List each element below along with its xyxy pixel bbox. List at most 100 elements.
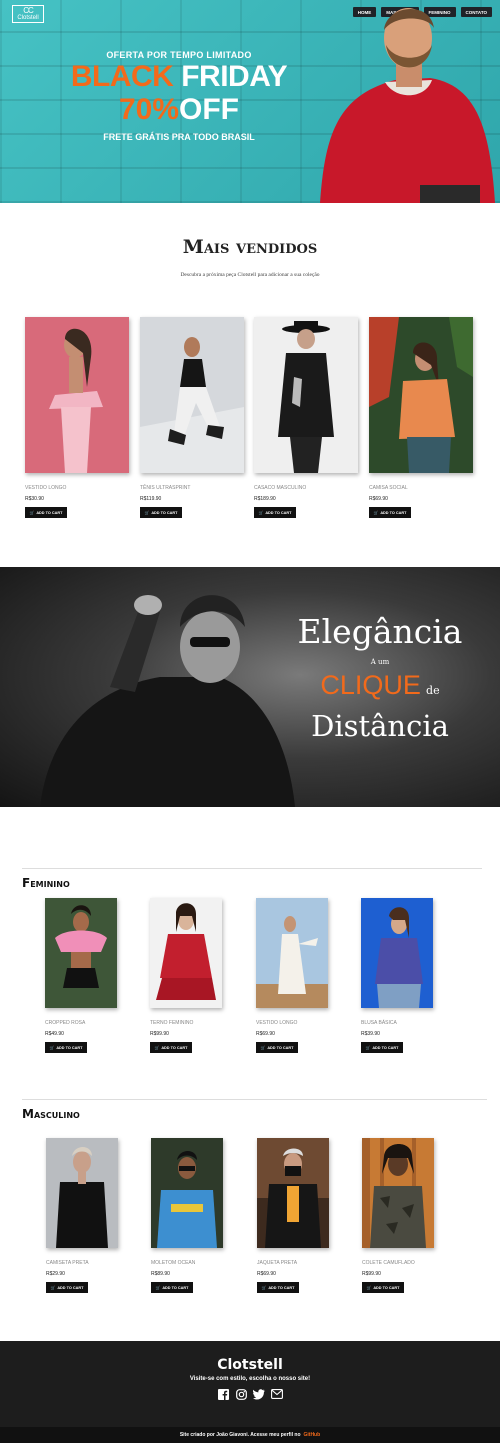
brand-logo[interactable]: CC Clotstell [12,5,44,23]
product-card[interactable]: JAQUETA PRETA R$69.90 🛒 ADD TO CART [257,1138,329,1293]
add-to-cart-label: ADD TO CART [380,510,407,515]
product-price: R$99.90 [362,1271,381,1277]
credit-bar: Site criado por João Giavoni. Acesse meu… [0,1427,500,1443]
product-image[interactable] [25,317,129,473]
cart-icon: 🛒 [258,511,264,515]
mail-icon[interactable] [271,1388,283,1400]
add-to-cart-label: ADD TO CART [268,1285,295,1290]
product-name: COLETE CAMUFLADO [362,1260,415,1266]
best-sellers-desc: Descubra a próxima peça Clotstell para a… [180,272,320,278]
add-to-cart-button[interactable]: 🛒 ADD TO CART [151,1282,193,1293]
add-to-cart-button[interactable]: 🛒 ADD TO CART [254,507,296,518]
add-to-cart-button[interactable]: 🛒 ADD TO CART [257,1282,299,1293]
product-name: CAMISETA PRETA [46,1260,89,1266]
add-to-cart-button[interactable]: 🛒 ADD TO CART [46,1282,88,1293]
product-name: JAQUETA PRETA [257,1260,298,1266]
product-price: R$30.90 [25,496,44,502]
add-to-cart-label: ADD TO CART [161,1045,188,1050]
product-image[interactable] [46,1138,118,1248]
add-to-cart-button[interactable]: 🛒 ADD TO CART [45,1042,87,1053]
elegance-banner: Elegância A um CLIQUE de Distância [0,567,500,807]
product-image[interactable] [140,317,244,473]
cart-icon: 🛒 [260,1046,266,1050]
product-price: R$29.90 [46,1271,65,1277]
product-image[interactable] [369,317,473,473]
banner-model-image [40,595,295,807]
add-to-cart-button[interactable]: 🛒 ADD TO CART [140,507,182,518]
product-image[interactable] [254,317,358,473]
add-to-cart-label: ADD TO CART [36,510,63,515]
product-card[interactable]: TERNO FEMININO R$99.90 🛒 ADD TO CART [150,898,222,1053]
cart-icon: 🛒 [365,1046,371,1050]
hero-banner: CC Clotstell HOME MASCULINO FEMININO CON… [0,0,500,203]
product-card[interactable]: TÊNIS ULTRASPRINT R$119.90 🛒 ADD TO CART [140,317,244,518]
footer-subtitle: Visite-se com estilo, escolha o nosso si… [189,1376,311,1382]
best-sellers-title: Mais vendidos [182,236,318,258]
product-image[interactable] [45,898,117,1008]
cart-icon: 🛒 [49,1046,55,1050]
hero-subtitle: OFERTA POR TEMPO LIMITADO [106,50,252,60]
product-price: R$39.90 [361,1031,380,1037]
social-links [0,1388,500,1400]
add-to-cart-label: ADD TO CART [372,1045,399,1050]
facebook-icon[interactable] [217,1388,229,1400]
product-image[interactable] [257,1138,329,1248]
cart-icon: 🛒 [366,1286,372,1290]
divider [22,868,482,869]
hero-black: BLACK [70,60,174,93]
product-name: VESTIDO LONGO [256,1020,298,1026]
hero-discount: 70%OFF [64,94,294,126]
product-card[interactable]: CROPPED ROSA R$49.90 🛒 ADD TO CART [45,898,117,1053]
add-to-cart-label: ADD TO CART [56,1045,83,1050]
banner-line1: Elegância [297,612,463,651]
product-card[interactable]: VESTIDO LONGO R$30.90 🛒 ADD TO CART [25,317,129,518]
hero-model-image [320,8,495,203]
logo-text: Clotstell [17,14,39,21]
product-price: R$69.90 [257,1271,276,1277]
cart-icon: 🛒 [144,511,150,515]
product-name: CAMISA SOCIAL [369,485,408,491]
add-to-cart-button[interactable]: 🛒 ADD TO CART [150,1042,192,1053]
product-image[interactable] [362,1138,434,1248]
add-to-cart-label: ADD TO CART [267,1045,294,1050]
product-image[interactable] [151,1138,223,1248]
product-price: R$69.90 [369,496,388,502]
product-card[interactable]: CAMISETA PRETA R$29.90 🛒 ADD TO CART [46,1138,118,1293]
add-to-cart-button[interactable]: 🛒 ADD TO CART [256,1042,298,1053]
add-to-cart-label: ADD TO CART [162,1285,189,1290]
instagram-icon[interactable] [235,1388,247,1400]
product-card[interactable]: CAMISA SOCIAL R$69.90 🛒 ADD TO CART [369,317,473,518]
masculino-title: Masculino [22,1107,80,1121]
product-image[interactable] [150,898,222,1008]
add-to-cart-button[interactable]: 🛒 ADD TO CART [369,507,411,518]
hero-percent: 70% [118,93,180,126]
hero-headline: BLACK FRIDAY [64,60,294,94]
footer-title: Clotstell [217,1357,283,1373]
product-price: R$99.90 [150,1031,169,1037]
product-card[interactable]: COLETE CAMUFLADO R$99.90 🛒 ADD TO CART [362,1138,434,1293]
page: CC Clotstell HOME MASCULINO FEMININO CON… [0,0,500,1443]
footer: Clotstell Visite-se com estilo, escolha … [0,1341,500,1427]
add-to-cart-button[interactable]: 🛒 ADD TO CART [361,1042,403,1053]
banner-text: Elegância A um CLIQUE de Distância [280,612,480,743]
cart-icon: 🛒 [29,511,35,515]
logo-mark: CC [23,5,34,15]
product-name: TERNO FEMININO [150,1020,194,1026]
divider [22,1099,487,1100]
banner-line4: Distância [311,709,449,743]
add-to-cart-button[interactable]: 🛒 ADD TO CART [362,1282,404,1293]
product-card[interactable]: VESTIDO LONGO R$69.90 🛒 ADD TO CART [256,898,328,1053]
product-price: R$189.90 [254,496,276,502]
hero-promo: OFERTA POR TEMPO LIMITADO BLACK FRIDAY 7… [64,50,294,142]
product-price: R$69.90 [256,1031,275,1037]
product-card[interactable]: CASACO MASCULINO R$189.90 🛒 ADD TO CART [254,317,358,518]
twitter-icon[interactable] [253,1388,265,1400]
add-to-cart-button[interactable]: 🛒 ADD TO CART [25,507,67,518]
banner-line2: A um [370,658,390,666]
product-image[interactable] [256,898,328,1008]
github-link[interactable]: GitHub [304,1432,321,1438]
product-card[interactable]: BLUSA BÁSICA R$39.90 🛒 ADD TO CART [361,898,433,1053]
product-price: R$119.90 [140,496,162,502]
product-image[interactable] [361,898,433,1008]
product-card[interactable]: MOLETOM OCEAN R$89.90 🛒 ADD TO CART [151,1138,223,1293]
